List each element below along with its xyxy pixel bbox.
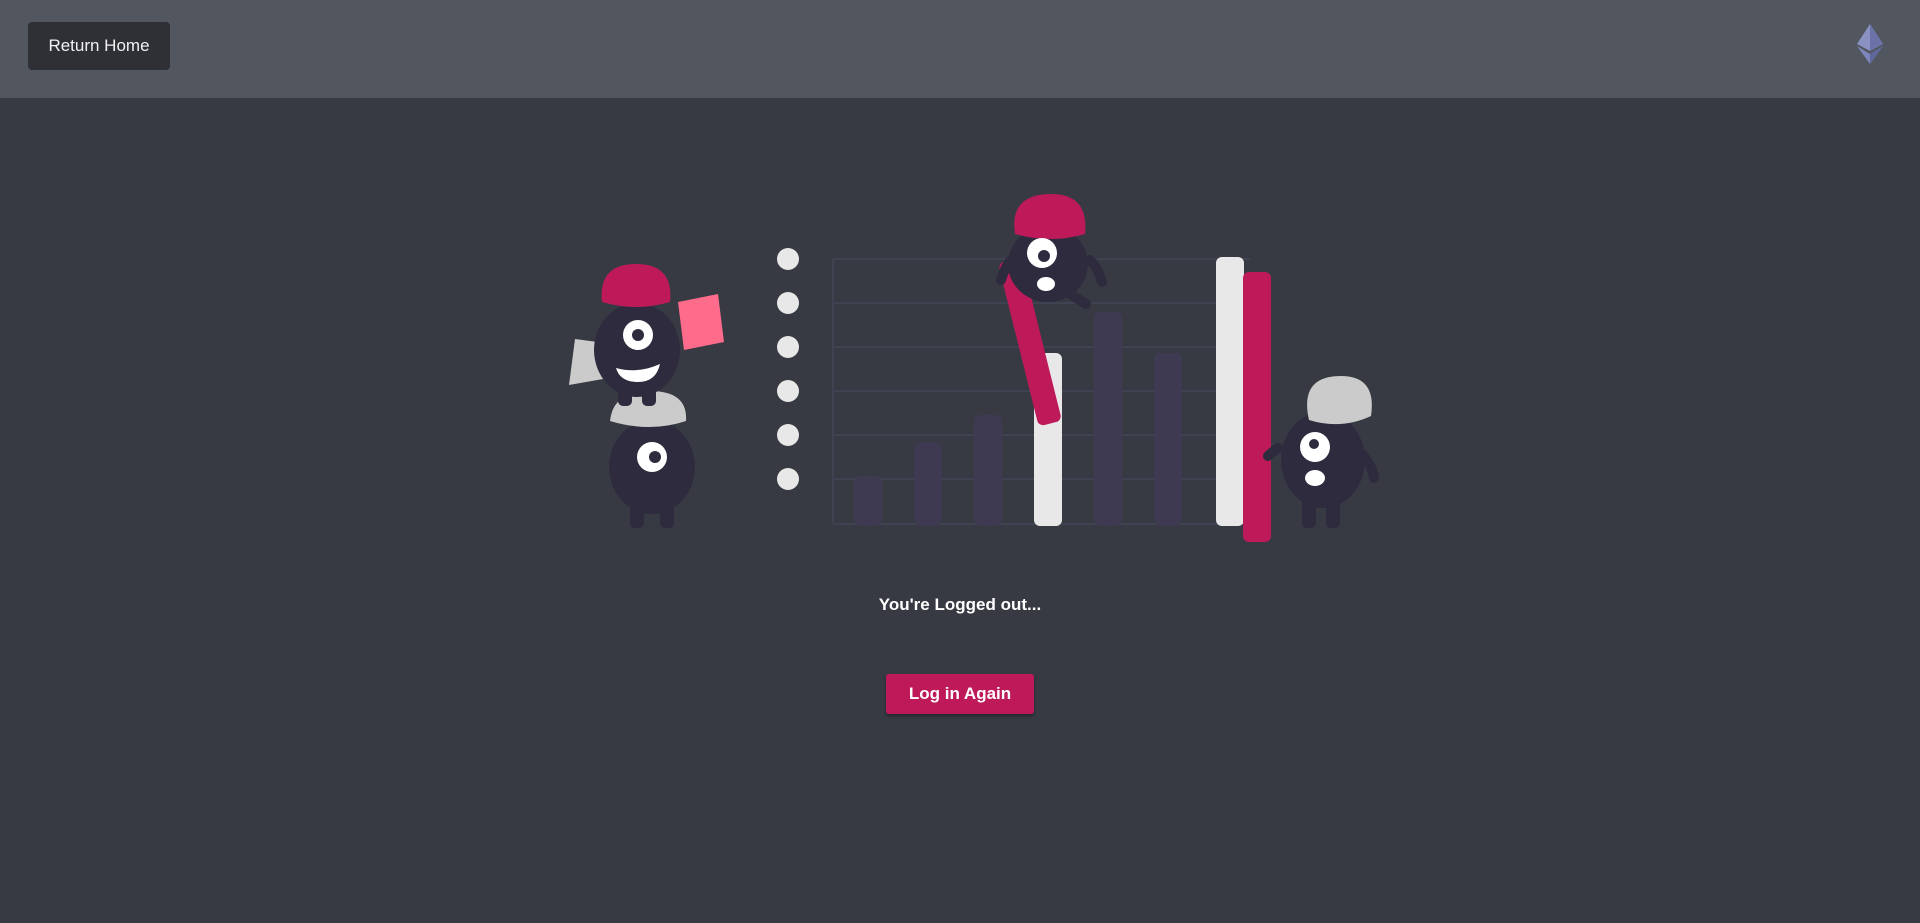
ethereum-icon[interactable] (1855, 24, 1885, 64)
monster-right (1263, 376, 1379, 528)
top-bar: Return Home (0, 0, 1920, 98)
main-content: You're Logged out... Log in Again (0, 98, 1920, 923)
logged-out-illustration (569, 194, 1379, 542)
logged-out-message: You're Logged out... (878, 595, 1042, 614)
monster-top-left (569, 264, 724, 406)
return-home-button[interactable]: Return Home (28, 22, 170, 70)
monster-bottom-left (609, 391, 695, 528)
log-in-again-button[interactable]: Log in Again (886, 674, 1034, 714)
chart-bars (854, 257, 1271, 542)
axis-dots (777, 248, 799, 490)
